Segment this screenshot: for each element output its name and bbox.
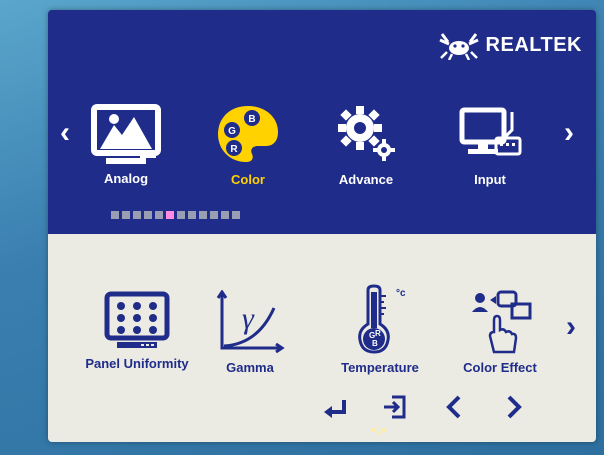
menu-label-advance: Advance [338,172,394,187]
page-dot [221,211,229,219]
sub-label-temperature: Temperature [341,360,419,375]
page-dot [122,211,130,219]
page-dot [144,211,152,219]
page-dot [210,211,218,219]
sub-menu-panel: Panel Uniformity γ Gamma °c G R B Temper… [48,234,596,442]
enter-button[interactable] [320,396,350,425]
menu-next-button[interactable]: › [564,118,574,148]
menu-prev-button[interactable]: ‹ [60,118,70,148]
page-dot [155,211,163,219]
right-button[interactable] [504,394,524,425]
exit-icon [384,395,406,419]
gamma-curve-icon: γ [216,290,285,354]
menu-label-analog: Analog [103,171,149,186]
sub-label-color-effect: Color Effect [463,360,537,375]
exit-button[interactable] [382,394,408,425]
brand-name: REALTEK [485,33,582,56]
color-effect-icon [472,290,532,354]
page-dot [133,211,141,219]
landscape-monitor-icon [91,104,161,164]
page-dot [199,211,207,219]
panel-grid-icon [104,291,170,348]
thermometer-icon: °c G R B [358,284,406,354]
temperature-unit: °c [396,288,406,299]
chevron-right-icon: › [564,116,574,149]
page-dot [232,211,240,219]
led-glare [372,428,386,435]
menu-item-color[interactable]: B G R Color [198,102,298,187]
menu-item-analog[interactable]: Analog [76,103,176,186]
pc-input-icon [459,107,522,156]
sub-item-temperature[interactable]: °c G R B Temperature [332,284,428,375]
page-dot [188,211,196,219]
left-button[interactable] [444,394,464,425]
chevron-right-icon: › [566,310,576,343]
menu-item-input[interactable]: Input [440,102,540,187]
palette-letter-g: G [228,126,236,137]
thermo-letter-r: R [375,329,381,338]
enter-icon [324,400,346,418]
thermo-letter-b: B [372,339,378,348]
page-dot [177,211,185,219]
palette-letter-r: R [230,144,238,155]
realtek-crab-icon [438,33,479,60]
chevron-left-icon: ‹ [60,116,70,149]
palette-letter-b: B [248,114,255,125]
sub-label-gamma: Gamma [226,360,274,375]
sub-item-gamma[interactable]: γ Gamma [210,290,290,375]
brand-logo: REALTEK [438,30,582,60]
gamma-symbol: γ [242,302,255,335]
menu-label-input: Input [474,172,506,187]
page-dot-active [166,211,174,219]
color-palette-icon: B G R [218,106,278,162]
menu-label-color: Color [231,172,265,187]
osd-menu: REALTEK ‹ › Analog B G R Color Advance I… [48,10,596,442]
left-arrow-icon [446,395,461,419]
sub-item-color-effect[interactable]: Color Effect [448,286,552,375]
sub-menu-next-button[interactable]: › [566,312,576,342]
page-dot [111,211,119,219]
main-menu-panel: REALTEK ‹ › Analog B G R Color Advance I… [48,10,596,234]
page-indicator [111,211,240,219]
sub-label-panel-uniformity: Panel Uniformity [85,356,189,371]
sub-item-panel-uniformity[interactable]: Panel Uniformity [74,290,200,371]
right-arrow-icon [507,395,522,419]
gears-icon [338,106,395,161]
menu-item-advance[interactable]: Advance [316,102,416,187]
